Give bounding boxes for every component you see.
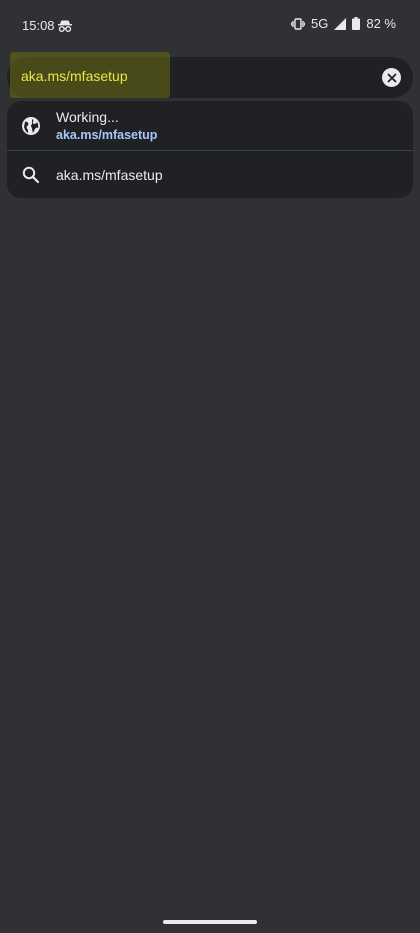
suggestion-item-url[interactable]: Working... aka.ms/mfasetup bbox=[7, 101, 413, 150]
gesture-navigation-bar[interactable] bbox=[163, 920, 257, 924]
suggestion-item-search[interactable]: aka.ms/mfasetup bbox=[7, 150, 413, 198]
status-icons: 5G 82 % bbox=[291, 16, 396, 31]
incognito-icon bbox=[57, 18, 73, 34]
suggestion-query: aka.ms/mfasetup bbox=[56, 167, 163, 183]
globe-icon bbox=[21, 116, 41, 136]
clear-button[interactable] bbox=[382, 68, 401, 87]
suggestion-list: Working... aka.ms/mfasetup aka.ms/mfaset… bbox=[7, 101, 413, 198]
suggestion-title: Working... bbox=[56, 109, 119, 125]
status-time: 15:08 bbox=[22, 18, 55, 33]
status-bar: 15:08 5G 82 % bbox=[0, 0, 420, 52]
vibrate-icon bbox=[291, 17, 306, 31]
battery-level: 82 % bbox=[366, 16, 396, 31]
network-type: 5G bbox=[311, 16, 329, 31]
suggestion-url: aka.ms/mfasetup bbox=[56, 128, 158, 142]
url-bar[interactable]: aka.ms/mfasetup bbox=[7, 52, 413, 98]
battery-icon bbox=[352, 17, 361, 30]
search-icon bbox=[21, 165, 41, 185]
url-input[interactable]: aka.ms/mfasetup bbox=[21, 68, 128, 84]
close-icon bbox=[387, 73, 396, 82]
signal-icon bbox=[334, 17, 347, 30]
